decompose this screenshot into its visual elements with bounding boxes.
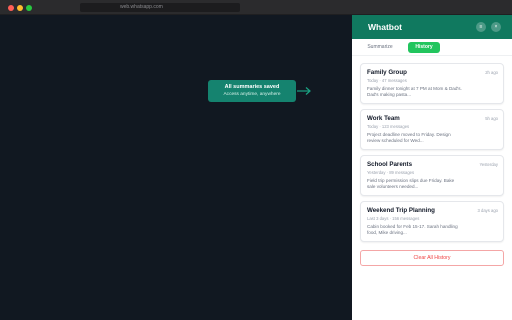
history-item-meta: Today · 47 messages [367,78,407,83]
history-item-meta: Last 3 days · 156 messages [367,216,420,221]
history-item-work-team[interactable]: Work Team 5h ago Today · 123 messages Pr… [360,109,504,150]
tab-summarize[interactable]: Summarize [362,42,398,53]
history-item-time: 3 days ago [477,208,499,213]
address-bar[interactable]: web.whatsapp.com [80,3,240,12]
maximize-window-button[interactable] [26,5,32,11]
history-item-name: Work Team [367,115,400,122]
callout-title: All summaries saved [224,84,280,90]
clear-history-button[interactable]: Clear All History [360,250,504,266]
history-item-name: School Parents [367,161,413,168]
close-window-button[interactable] [8,5,14,11]
tab-history[interactable]: History [408,42,440,53]
history-item-name: Family Group [367,69,407,76]
panel-title: Whatbot [368,22,402,32]
history-item-time: 2h ago [485,70,498,75]
callout-subtitle: Access anytime, anywhere [223,92,281,97]
history-item-snippet: Project deadline moved to Friday. Design… [367,132,451,143]
history-item-snippet: Field trip permission slips due Friday. … [367,178,455,189]
history-item-meta: Today · 123 messages [367,124,410,129]
history-item-weekend-trip[interactable]: Weekend Trip Planning 3 days ago Last 3 … [360,201,504,242]
minimize-window-button[interactable] [17,5,23,11]
history-item-family-group[interactable]: Family Group 2h ago Today · 47 messages … [360,63,504,104]
arrow-right-icon [297,87,311,95]
browser-titlebar: web.whatsapp.com [0,0,512,15]
menu-icon[interactable]: ≡ [476,22,486,32]
close-icon[interactable]: × [491,22,501,32]
history-item-snippet: Cabin booked for Feb 15-17. Sarah handli… [367,224,458,235]
history-item-time: 5h ago [485,116,498,121]
history-item-name: Weekend Trip Planning [367,207,435,214]
history-item-snippet: Family dinner tonight at 7 PM at Mom & D… [367,86,462,97]
history-item-meta: Yesterday · 89 messages [367,170,415,175]
saved-callout: All summaries saved Access anytime, anyw… [208,80,296,102]
history-item-school-parents[interactable]: School Parents Yesterday Yesterday · 89 … [360,155,504,196]
whatbot-panel: Whatbot ≡ × Summarize History Family Gro… [352,15,512,320]
chat-page-background [0,15,352,320]
panel-tabs: Summarize History [352,39,512,56]
panel-header: Whatbot ≡ × [352,15,512,39]
history-item-time: Yesterday [479,162,498,167]
